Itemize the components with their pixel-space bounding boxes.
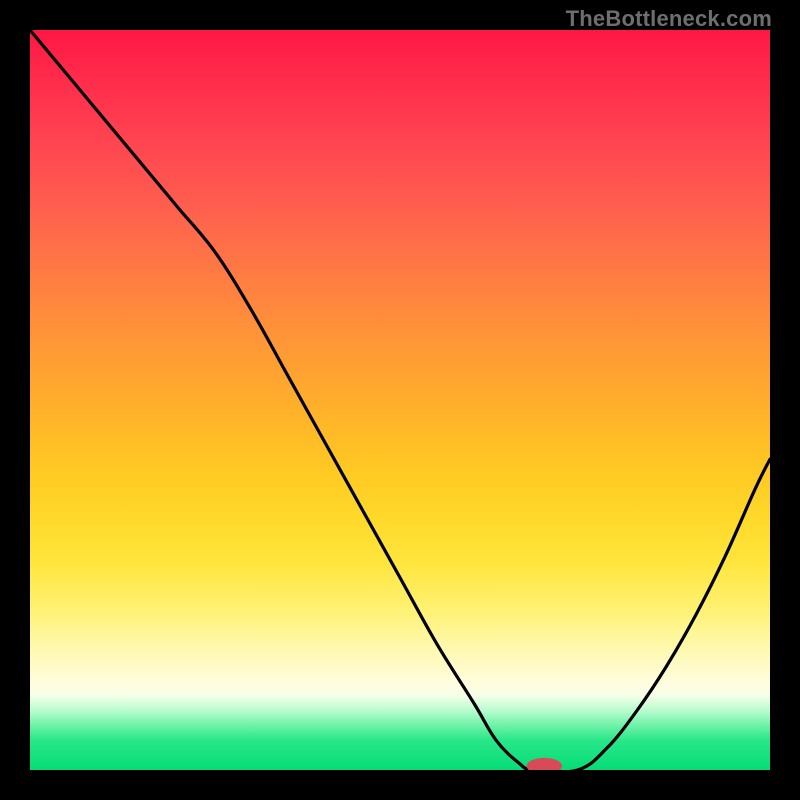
watermark-text: TheBottleneck.com [566,6,772,32]
chart-stage: TheBottleneck.com [0,0,800,800]
optimum-marker [527,758,563,770]
curve-svg [30,30,770,770]
plot-area [30,30,770,770]
curve-path [30,30,770,770]
